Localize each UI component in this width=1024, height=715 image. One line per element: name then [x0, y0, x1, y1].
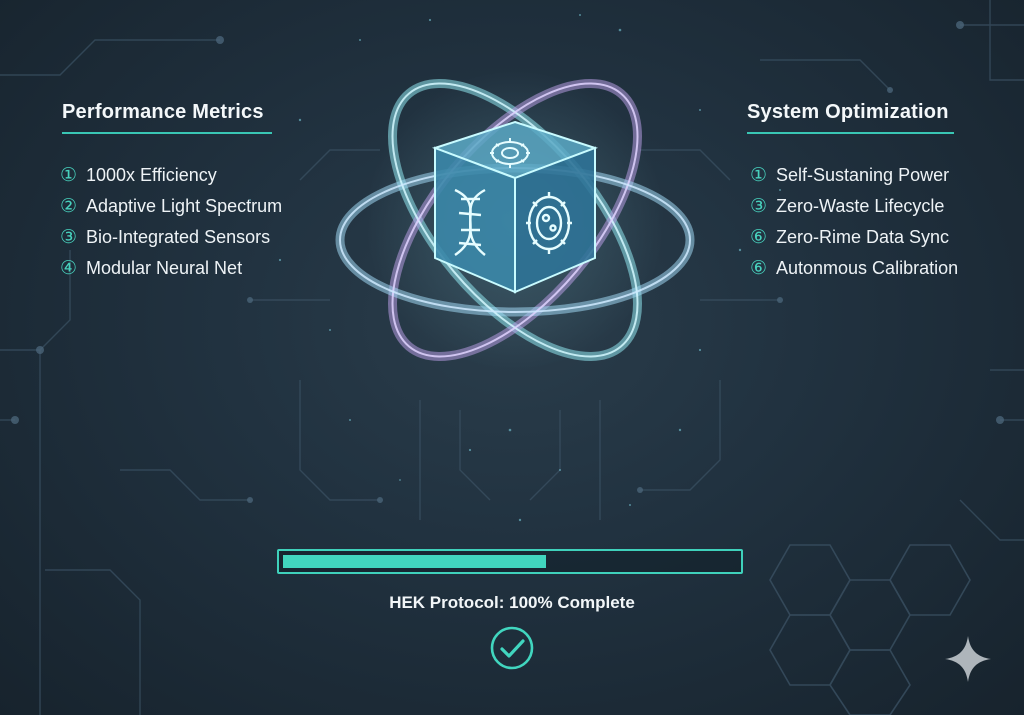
system-optimization-title: System Optimization [747, 101, 954, 134]
core-hologram [335, 70, 695, 370]
item-label: 1000x Efficiency [86, 165, 217, 185]
item-label: Bio-Integrated Sensors [86, 227, 271, 247]
item-label: Autonmous Calibration [776, 258, 959, 278]
list-item: ① 1000x Efficiency [60, 160, 282, 191]
sparkle-icon [945, 636, 991, 682]
item-number: ② [60, 196, 78, 217]
item-label: Self-Sustaning Power [776, 165, 950, 185]
item-number: ③ [750, 196, 768, 217]
progress-bar-fill [283, 555, 546, 568]
item-number: ① [750, 165, 768, 186]
item-number: ① [60, 165, 78, 186]
item-number: ④ [60, 258, 78, 279]
item-number: ⑥ [750, 258, 768, 279]
infographic-canvas: Performance Metrics ① 1000x Efficiency ②… [0, 0, 1024, 715]
progress-bar [277, 549, 743, 574]
performance-metrics-title: Performance Metrics [62, 101, 272, 134]
item-number: ⑥ [750, 227, 768, 248]
list-item: ⑥ Autonmous Calibration [750, 253, 958, 284]
list-item: ⑥ Zero-Rime Data Sync [750, 222, 958, 253]
item-label: Adaptive Light Spectrum [86, 196, 283, 216]
protocol-status-text: HEK Protocol: 100% Complete [389, 593, 635, 612]
cell-gear-icon [526, 192, 572, 254]
dna-icon [454, 188, 486, 256]
list-item: ① Self-Sustaning Power [750, 160, 958, 191]
item-label: Modular Neural Net [86, 258, 243, 278]
list-item: ③ Bio-Integrated Sensors [60, 222, 282, 253]
performance-metrics-list: ① 1000x Efficiency ② Adaptive Light Spec… [60, 160, 282, 284]
list-item: ③ Zero-Waste Lifecycle [750, 191, 958, 222]
system-optimization-list: ① Self-Sustaning Power ③ Zero-Waste Life… [750, 160, 958, 284]
list-item: ④ Modular Neural Net [60, 253, 282, 284]
list-item: ② Adaptive Light Spectrum [60, 191, 282, 222]
item-label: Zero-Waste Lifecycle [776, 196, 945, 216]
item-label: Zero-Rime Data Sync [776, 227, 950, 247]
gear-icon [490, 138, 530, 168]
check-circle-icon [490, 626, 534, 670]
item-number: ③ [60, 227, 78, 248]
